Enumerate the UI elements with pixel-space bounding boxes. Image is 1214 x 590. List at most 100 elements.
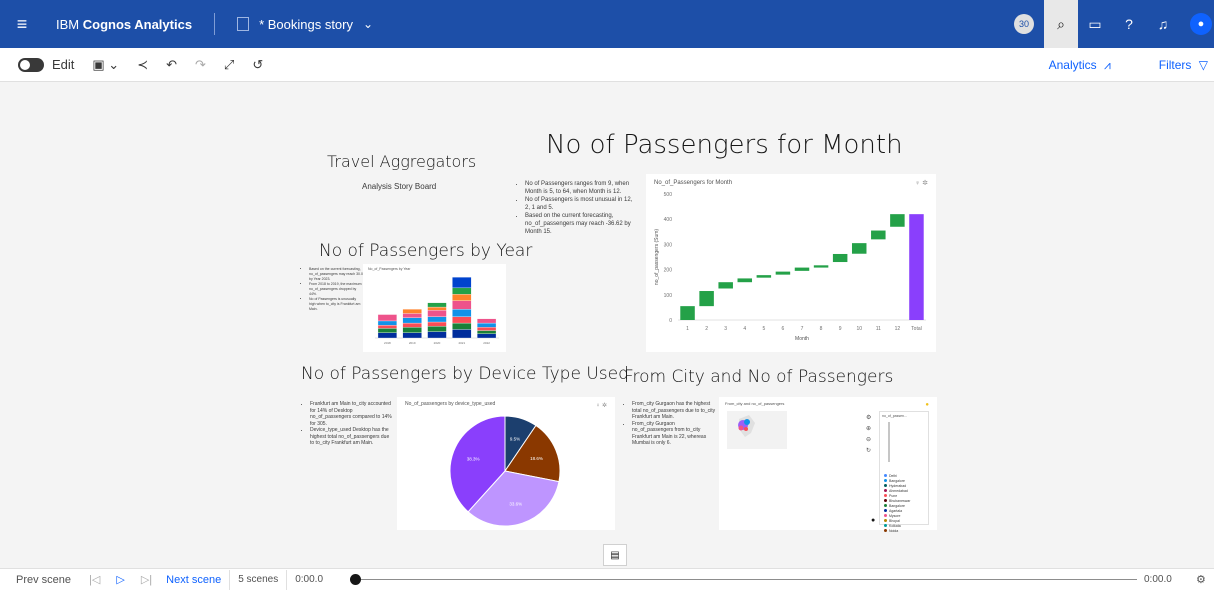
pie-slice-label: 38.3% <box>467 457 480 462</box>
stacked-bar-segment <box>427 316 447 323</box>
pie-slice-label: 33.6% <box>509 501 522 506</box>
stacked-bar-segment <box>427 326 447 332</box>
month-heading: No of Passengers for Month <box>546 130 903 160</box>
stacked-bar-segment <box>427 310 447 317</box>
undo-icon[interactable]: ↶ <box>166 57 177 73</box>
device-chart-card[interactable]: No_of_passengers by device_type_used ♀ ✲… <box>397 397 615 530</box>
scene-count: 5 scenes <box>238 574 279 585</box>
chevron-down-icon[interactable]: ⌄ <box>363 17 373 31</box>
legend-swatch <box>884 524 887 527</box>
notification-badge[interactable]: 30 <box>1014 14 1034 34</box>
filters-button[interactable]: Filters ▽ <box>1135 58 1208 72</box>
info-icon[interactable]: ● <box>871 517 875 524</box>
stacked-bar-segment <box>377 320 397 326</box>
footer-divider <box>286 569 288 590</box>
document-title[interactable]: * Bookings story <box>259 17 353 32</box>
skip-forward-icon[interactable]: ▷| <box>141 573 152 586</box>
stacked-bar-segment <box>377 314 397 322</box>
legend-label: Mysore <box>889 514 901 518</box>
stacked-bar-segment <box>402 327 422 333</box>
x-axis-label: Month <box>795 336 809 342</box>
waterfall-bar <box>718 282 733 289</box>
waterfall-bar <box>699 291 714 307</box>
stacked-bar-segment <box>452 316 472 324</box>
legend-swatch <box>884 479 887 482</box>
legend-list: Delhi Bangalore Hyderabad Ahmedabad Pune Bhub… <box>884 474 910 534</box>
stacked-bar-segment <box>402 332 422 339</box>
chart-settings-icon[interactable]: ♀ ✲ <box>915 179 928 187</box>
x-tick-label: 9 <box>839 326 842 332</box>
device-chart-title: No_of_passengers by device_type_used <box>405 401 496 407</box>
hamburger-icon[interactable]: ≡ <box>0 14 44 35</box>
save-icon[interactable]: ▣ ⌄ <box>92 57 119 73</box>
timeline-track[interactable] <box>355 579 1137 580</box>
user-icon[interactable]: ● <box>1190 13 1212 35</box>
play-icon[interactable]: ▷ <box>116 573 124 586</box>
legend-swatch <box>884 504 887 507</box>
device-insight: Frankfurt am Main to_city accounted for … <box>310 401 394 427</box>
chat-icon[interactable]: ▭ <box>1078 0 1112 48</box>
stacked-bar-segment <box>402 317 422 324</box>
y-tick-label: 200 <box>664 268 673 274</box>
x-tick-label: 4 <box>743 326 746 332</box>
expand-icon[interactable]: ⤢ <box>224 57 234 73</box>
legend-label: Delhi <box>889 474 897 478</box>
x-tick-label: 2021 <box>458 341 465 345</box>
bell-icon[interactable]: ♫ <box>1146 0 1180 48</box>
x-tick-label: 2018 <box>384 341 391 345</box>
legend-swatch <box>884 489 887 492</box>
legend-label: Ahmedabad <box>889 489 908 493</box>
year-insight: No of Passengers is unusually high when … <box>309 297 363 312</box>
next-scene-button[interactable]: Next scene <box>166 574 221 586</box>
month-insights: No of Passengers ranges from 9, when Mon… <box>517 180 639 236</box>
stacked-bar-segment <box>477 318 497 324</box>
story-subtitle: Analysis Story Board <box>362 182 437 191</box>
timeline-handle[interactable] <box>350 574 361 585</box>
scene-list-icon[interactable]: ▤ <box>603 544 627 566</box>
stacked-bar-segment <box>452 329 472 339</box>
month-chart-card[interactable]: No_of_Passengers for Month ♀ ✲ 0 100 200 30… <box>646 174 936 352</box>
x-tick-label: Total <box>911 326 922 332</box>
y-tick-label: 400 <box>664 217 673 223</box>
prev-scene-button[interactable]: Prev scene <box>16 574 71 586</box>
analytics-button[interactable]: Analytics ⩘ <box>1025 58 1111 73</box>
stacked-bar-segment <box>402 309 422 314</box>
x-tick-label: 3 <box>724 326 727 332</box>
redo-icon[interactable]: ↷ <box>195 57 206 73</box>
legend-label: Bangalore <box>889 504 905 508</box>
legend-label: Bangalore <box>889 479 905 483</box>
device-pie-chart: 9.5% 18.6% 33.6% 38.3% <box>449 415 561 527</box>
waterfall-bar <box>890 214 905 227</box>
help-icon[interactable]: ? <box>1112 0 1146 48</box>
device-heading: No of Passengers by Device Type Used <box>301 364 629 384</box>
app-header: ≡ IBM Cognos Analytics * Bookings story … <box>0 0 1214 48</box>
x-tick-label: 2020 <box>434 341 441 345</box>
pie-slice-label: 18.6% <box>530 456 543 461</box>
city-map-card[interactable]: From_city and no_of_passengers ● ⚙ ⊕ ⊖ ↻ no… <box>719 397 937 533</box>
legend-swatch <box>884 474 887 477</box>
stacked-bar-segment <box>452 287 472 295</box>
year-chart-card[interactable]: No_of_Passengers by Year 2018 2019 2020 202… <box>363 264 506 352</box>
legend-swatch <box>884 514 887 517</box>
y-tick-label: 0 <box>669 318 672 324</box>
settings-icon[interactable]: ⚙ <box>1196 573 1206 586</box>
reset-icon[interactable]: ↺ <box>252 57 263 73</box>
legend-label: Agartala <box>889 509 903 513</box>
y-tick-label: 300 <box>664 242 673 248</box>
search-icon[interactable]: ⌕ <box>1044 0 1078 48</box>
filter-icon: ▽ <box>1198 58 1208 72</box>
legend-label: Noida <box>889 529 899 533</box>
chart-settings-icon[interactable]: ♀ ✲ <box>596 402 607 409</box>
stacked-bar-segment <box>452 309 472 317</box>
waterfall-bar <box>794 267 810 271</box>
stacked-bar-segment <box>452 300 472 310</box>
skip-back-icon[interactable]: |◁ <box>89 573 100 586</box>
share-icon[interactable]: ≺ <box>137 57 148 73</box>
stacked-bar-segment <box>452 294 472 301</box>
app-brand: IBM Cognos Analytics <box>56 17 192 32</box>
time-start: 0:00.0 <box>295 574 324 585</box>
edit-toggle[interactable] <box>18 57 44 72</box>
map-zoom-controls[interactable]: ⚙ ⊕ ⊖ ↻ <box>866 413 871 457</box>
waterfall-bar <box>851 243 867 254</box>
stacked-bar-segment <box>477 327 497 331</box>
